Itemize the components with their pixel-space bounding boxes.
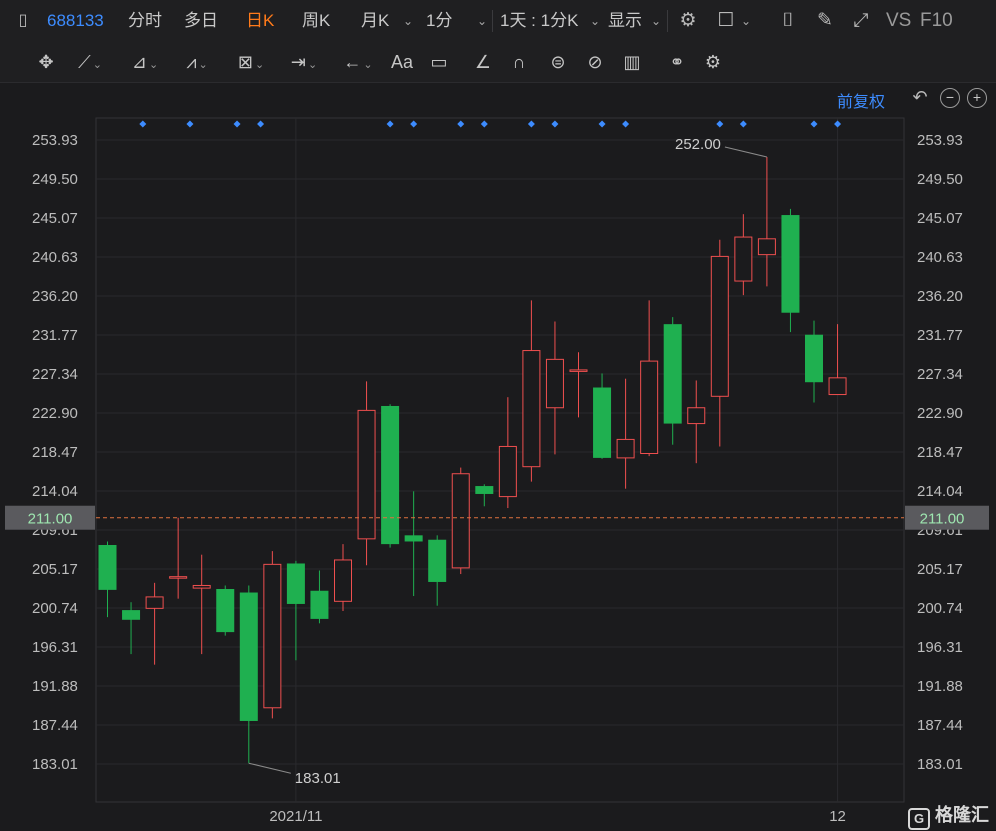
- y-tick-label-right: 214.04: [917, 483, 963, 500]
- candle-body-up: [357, 409, 376, 540]
- y-tick-label-right: 218.47: [917, 444, 963, 461]
- y-tick-label-right: 200.74: [917, 600, 963, 617]
- candle-body-down: [475, 486, 494, 494]
- y-tick-label-left: 200.74: [32, 600, 78, 617]
- candle-body-up: [616, 438, 635, 459]
- candle-body-down: [805, 334, 823, 383]
- candle-body-down: [663, 324, 682, 424]
- candle-body-down: [781, 215, 800, 313]
- candle-body-down: [98, 545, 117, 590]
- candle-body-up: [498, 445, 517, 498]
- candle-body-down: [216, 588, 235, 633]
- candle-body-up: [640, 360, 659, 454]
- low-annotation: 183.01: [295, 770, 341, 787]
- brand-mark-icon: G: [908, 808, 930, 830]
- candle-body-down: [593, 387, 612, 458]
- candle-body-up: [263, 563, 282, 709]
- y-tick-label-left: 196.31: [32, 639, 78, 656]
- x-tick-label: 2021/11: [269, 808, 322, 825]
- candle-body-down: [286, 563, 305, 604]
- y-tick-label-right: 183.01: [917, 756, 963, 773]
- y-tick-label-left: 214.04: [32, 483, 78, 500]
- candle-body-down: [428, 539, 447, 582]
- brand-logo: G 格隆汇: [908, 801, 989, 830]
- y-tick-label-right: 196.31: [917, 639, 963, 656]
- candle-body-down: [381, 405, 400, 545]
- y-tick-label-left: 231.77: [32, 327, 78, 344]
- candle-body-up: [710, 255, 729, 397]
- y-tick-label-left: 249.50: [32, 171, 78, 188]
- candle-body-up: [687, 407, 706, 425]
- y-tick-label-left: 222.90: [32, 405, 78, 422]
- y-tick-label-right: 236.20: [917, 288, 963, 305]
- candle-body-up: [169, 576, 188, 579]
- candle-body-down: [239, 592, 258, 721]
- candlestick-chart[interactable]: 253.93 253.93 249.50 249.50 245.07 245.07 240.…: [0, 0, 996, 831]
- y-tick-label-right: 227.34: [917, 366, 963, 383]
- candle-body-up: [192, 584, 211, 589]
- current-price-label-left: 211.00: [28, 511, 73, 528]
- y-tick-label-left: 205.17: [32, 561, 78, 578]
- y-tick-label-right: 245.07: [917, 210, 963, 227]
- y-tick-label-right: 222.90: [917, 405, 963, 422]
- candle-body-up: [451, 473, 470, 569]
- candle-body-up: [757, 238, 776, 256]
- y-tick-label-left: 240.63: [32, 249, 78, 266]
- y-tick-label-left: 183.01: [32, 756, 78, 773]
- high-annotation: 252.00: [675, 136, 721, 153]
- candle-body-down: [310, 590, 329, 619]
- candle-body-up: [145, 596, 164, 609]
- candle-body-up: [334, 559, 352, 602]
- y-tick-label-left: 218.47: [32, 444, 78, 461]
- y-tick-label-left: 187.44: [32, 717, 78, 734]
- y-tick-label-left: 245.07: [32, 210, 78, 227]
- candle-body-up: [545, 358, 564, 409]
- candle-body-up: [522, 350, 541, 468]
- candle-body-down: [122, 610, 141, 620]
- y-tick-label-right: 205.17: [917, 561, 963, 578]
- y-tick-label-right: 253.93: [917, 132, 963, 149]
- candle-body-up: [734, 236, 753, 282]
- y-tick-label-left: 227.34: [32, 366, 78, 383]
- y-tick-label-left: 191.88: [32, 678, 78, 695]
- y-tick-label-right: 187.44: [917, 717, 963, 734]
- y-tick-label-right: 191.88: [917, 678, 963, 695]
- candle-body-up: [569, 369, 588, 372]
- brand-name: 格隆汇: [935, 805, 989, 825]
- x-tick-label: 12: [829, 808, 846, 825]
- y-tick-label-left: 253.93: [32, 132, 78, 149]
- candle-body-down: [404, 535, 423, 542]
- current-price-label-right: 211.00: [920, 511, 965, 528]
- y-tick-label-right: 240.63: [917, 249, 963, 266]
- y-tick-label-right: 249.50: [917, 171, 963, 188]
- candle-body-up: [828, 377, 847, 396]
- y-tick-label-right: 231.77: [917, 327, 963, 344]
- y-tick-label-left: 236.20: [32, 288, 78, 305]
